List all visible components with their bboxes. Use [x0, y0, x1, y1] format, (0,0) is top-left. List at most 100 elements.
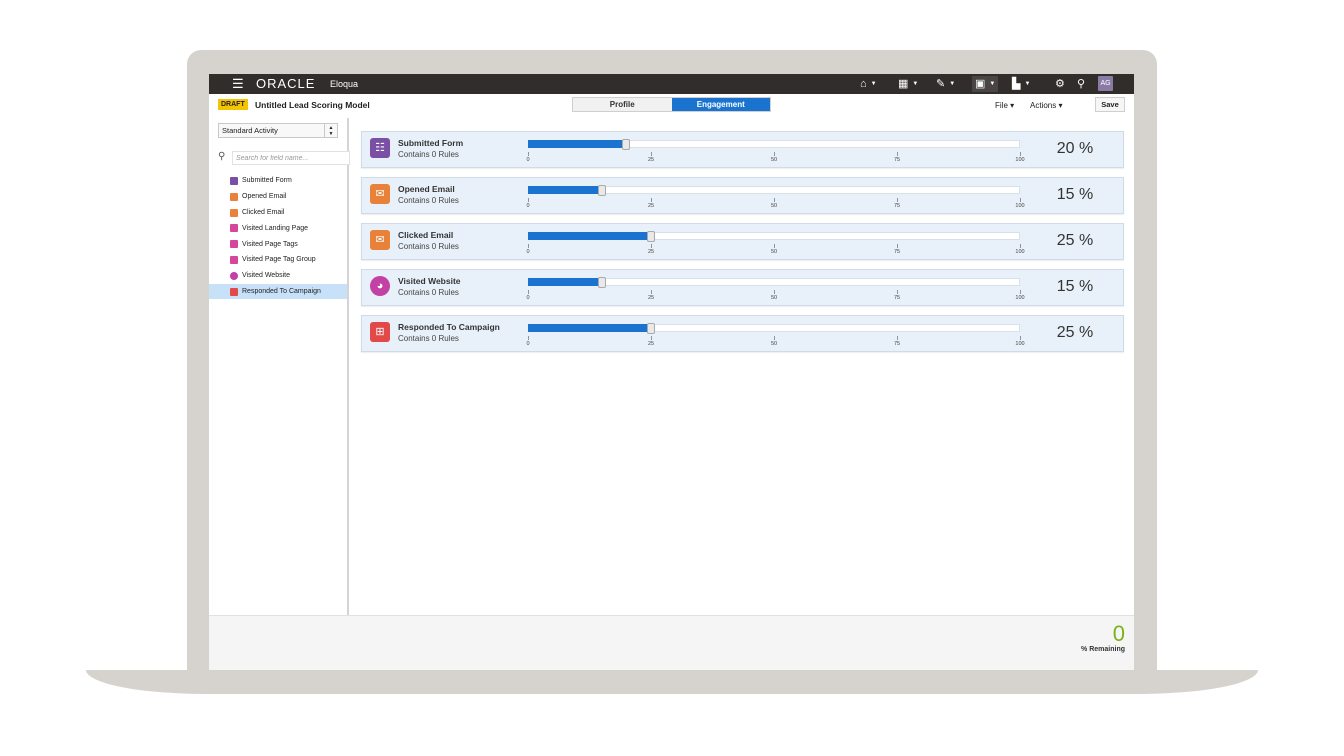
- slider-scale: 0 25 50 75 100: [526, 198, 1025, 212]
- list-item[interactable]: Responded To Campaign: [209, 283, 347, 300]
- scale-tick: [528, 290, 529, 294]
- criteria-percentage: 20 %: [1056, 140, 1094, 157]
- list-item[interactable]: Visited Website: [209, 268, 347, 284]
- select-spinner-icon: ▲ ▼: [324, 124, 337, 137]
- list-item[interactable]: Visited Landing Page: [209, 220, 347, 236]
- slider-handle[interactable]: [647, 231, 655, 242]
- scale-tick: [774, 290, 775, 294]
- email-click-icon: [230, 208, 238, 217]
- engagement-criteria-panel: ☷ Submitted Form Contains 0 Rules 0 25 50 7…: [351, 118, 1134, 615]
- menu-icon[interactable]: ☰: [232, 76, 244, 92]
- criteria-card: ✉ Opened Email Contains 0 Rules 0 25 50 75 1…: [361, 177, 1124, 214]
- globe-icon: [230, 271, 238, 280]
- scale-tick-label: 25: [647, 249, 655, 255]
- scale-tick-label: 50: [770, 203, 778, 209]
- activity-type-select[interactable]: Standard Activity ▲ ▼: [218, 123, 338, 138]
- scale-tick: [1020, 244, 1021, 248]
- email-click-icon: ✉: [370, 230, 390, 250]
- list-item-label: Visited Page Tags: [242, 240, 298, 248]
- criteria-rules-count: Contains 0 Rules: [398, 288, 459, 297]
- weight-slider[interactable]: [528, 323, 1020, 334]
- scale-tick-label: 75: [893, 341, 901, 347]
- search-input[interactable]: [232, 151, 350, 165]
- chevron-down-icon: ▾: [1010, 101, 1015, 110]
- remaining-value: 0: [1112, 621, 1125, 646]
- criteria-title: Clicked Email: [398, 230, 454, 240]
- scale-tick-label: 0: [526, 203, 530, 209]
- scale-tick-label: 25: [647, 295, 655, 301]
- weight-slider[interactable]: [528, 277, 1020, 288]
- scale-tick: [528, 152, 529, 156]
- chevron-down-icon: ▾: [1058, 101, 1063, 110]
- criteria-percentage: 25 %: [1056, 324, 1094, 341]
- contacts-icon[interactable]: ▣ ▼: [972, 76, 999, 92]
- criteria-title: Responded To Campaign: [398, 322, 500, 332]
- scale-tick: [1020, 152, 1021, 156]
- slider-handle[interactable]: [598, 277, 606, 288]
- slider-fill: [528, 186, 602, 194]
- slider-handle[interactable]: [598, 185, 606, 196]
- gear-icon[interactable]: ⚙: [1055, 76, 1065, 92]
- oracle-logo: ORACLE: [256, 76, 316, 91]
- scale-tick-label: 0: [526, 249, 530, 255]
- scale-tick-label: 100: [1015, 295, 1025, 301]
- avatar[interactable]: AG: [1098, 76, 1113, 91]
- criteria-percentage: 15 %: [1056, 186, 1094, 203]
- scale-tick-label: 50: [770, 249, 778, 255]
- list-item-label: Visited Page Tag Group: [242, 256, 316, 264]
- list-item-label: Submitted Form: [242, 177, 292, 185]
- scale-tick-label: 25: [647, 341, 655, 347]
- list-item-label: Responded To Campaign: [242, 287, 321, 295]
- edit-icon[interactable]: ✎ ▼: [936, 76, 955, 92]
- slider-fill: [528, 140, 626, 148]
- scale-tick-label: 75: [893, 157, 901, 163]
- envelope-icon: [230, 192, 238, 201]
- actions-menu[interactable]: Actions ▾: [1030, 100, 1062, 112]
- tab-engagement[interactable]: Engagement: [671, 98, 770, 111]
- scale-tick-label: 75: [893, 249, 901, 255]
- home-icon[interactable]: ⌂ ▼: [860, 76, 877, 92]
- scale-tick: [897, 198, 898, 202]
- weight-slider[interactable]: [528, 231, 1020, 242]
- search-icon[interactable]: ⚲: [1077, 76, 1085, 92]
- list-item-label: Opened Email: [242, 193, 287, 201]
- scale-tick-label: 100: [1015, 341, 1025, 347]
- apps-grid-icon[interactable]: ▦ ▼: [898, 76, 918, 92]
- top-navigation-bar: ☰ ORACLE Eloqua ⌂ ▼ ▦ ▼ ✎ ▼ ▣ ▼ ▙ ▼ ⚙ ⚲ AG: [209, 74, 1134, 94]
- scale-tick: [528, 336, 529, 340]
- scale-tick: [897, 336, 898, 340]
- file-menu[interactable]: File ▾: [995, 100, 1014, 112]
- scale-tick: [897, 290, 898, 294]
- scale-tick: [774, 244, 775, 248]
- weight-slider[interactable]: [528, 139, 1020, 150]
- scale-tick: [651, 336, 652, 340]
- slider-handle[interactable]: [622, 139, 630, 150]
- scale-tick-label: 100: [1015, 249, 1025, 255]
- slider-fill: [528, 324, 651, 332]
- list-item[interactable]: Visited Page Tag Group: [209, 252, 347, 268]
- scale-tick: [528, 244, 529, 248]
- campaign-icon: [230, 287, 238, 296]
- tab-profile[interactable]: Profile: [573, 98, 672, 111]
- slider-handle[interactable]: [647, 323, 655, 334]
- list-item-label: Visited Website: [242, 272, 290, 280]
- reports-icon[interactable]: ▙ ▼: [1012, 76, 1030, 92]
- list-item[interactable]: Submitted Form: [209, 173, 347, 189]
- page-title: Untitled Lead Scoring Model: [255, 100, 370, 110]
- scale-tick: [651, 244, 652, 248]
- weight-slider[interactable]: [528, 185, 1020, 196]
- laptop-base: [86, 670, 1258, 694]
- campaign-icon: ⊞: [370, 322, 390, 342]
- scale-tick-label: 50: [770, 295, 778, 301]
- globe-icon: ◕: [370, 276, 390, 296]
- save-button[interactable]: Save: [1095, 97, 1125, 112]
- list-item[interactable]: Visited Page Tags: [209, 236, 347, 252]
- list-item[interactable]: Clicked Email: [209, 205, 347, 221]
- form-icon: ☷: [370, 138, 390, 158]
- slider-fill: [528, 232, 651, 240]
- scale-tick: [774, 198, 775, 202]
- slider-scale: 0 25 50 75 100: [526, 244, 1025, 258]
- list-item[interactable]: Opened Email: [209, 189, 347, 205]
- scale-tick: [774, 152, 775, 156]
- list-item-label: Clicked Email: [242, 208, 285, 216]
